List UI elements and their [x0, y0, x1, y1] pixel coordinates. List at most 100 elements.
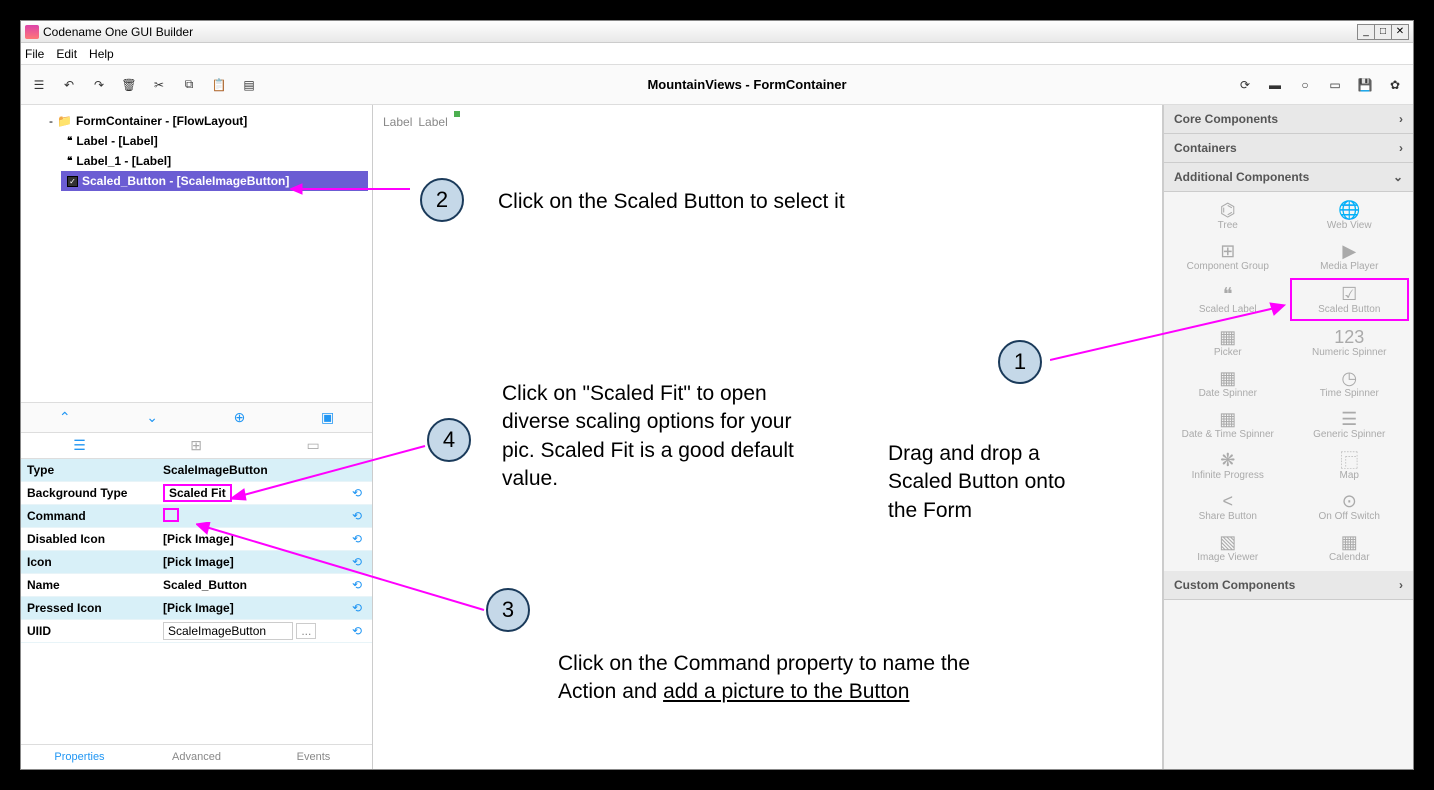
- toolbar: ☰ ↶ ↷ 🗑 ✂ ⧉ 📋 ▤ MountainViews - FormCont…: [21, 65, 1413, 105]
- tree-icon: ⌬: [1220, 200, 1236, 220]
- annotation-marker-2: 2: [420, 178, 464, 222]
- comp-time-spinner[interactable]: ◷Time Spinner: [1290, 364, 1410, 403]
- comp-on-off-switch[interactable]: ⊙On Off Switch: [1290, 487, 1410, 526]
- map-icon: ⿸: [1340, 450, 1358, 470]
- canvas-label-1[interactable]: Label: [418, 115, 447, 129]
- app-icon: [25, 25, 39, 39]
- redo-icon[interactable]: ↷: [91, 77, 107, 93]
- share-icon: <: [1222, 491, 1233, 511]
- close-button[interactable]: ✕: [1391, 24, 1409, 40]
- delete-icon[interactable]: 🗑: [121, 77, 137, 93]
- menu-help[interactable]: Help: [89, 47, 114, 61]
- comp-image-viewer[interactable]: ▧Image Viewer: [1168, 528, 1288, 567]
- annotation-text-3: Click on the Command property to name th…: [558, 650, 1028, 707]
- menu-edit[interactable]: Edit: [56, 47, 77, 61]
- monitor-icon[interactable]: ▭: [1327, 77, 1343, 93]
- uiid-input[interactable]: [163, 622, 293, 640]
- revert-icon[interactable]: ⟲: [342, 509, 372, 523]
- paste-icon[interactable]: 📋: [211, 77, 227, 93]
- image-icon: ▧: [1219, 532, 1236, 552]
- comp-infinite-progress[interactable]: ❋Infinite Progress: [1168, 446, 1288, 485]
- accordion-containers[interactable]: Containers ›: [1164, 134, 1413, 163]
- annotation-text-4: Click on "Scaled Fit" to open diverse sc…: [502, 380, 812, 493]
- comp-generic-spinner[interactable]: ☰Generic Spinner: [1290, 405, 1410, 444]
- menubar: File Edit Help: [21, 43, 1413, 65]
- globe-icon: 🌐: [1338, 200, 1360, 220]
- comp-datetime-spinner[interactable]: ▦Date & Time Spinner: [1168, 405, 1288, 444]
- refresh-icon[interactable]: ⟳: [1237, 77, 1253, 93]
- revert-icon[interactable]: ⟲: [342, 624, 372, 638]
- form-title: MountainViews - FormContainer: [647, 77, 846, 92]
- tablet-icon[interactable]: ▬: [1267, 77, 1283, 93]
- uiid-more[interactable]: ...: [296, 623, 316, 639]
- tab-properties[interactable]: Properties: [21, 745, 138, 769]
- clock-icon: ◷: [1341, 368, 1357, 388]
- annotation-marker-4: 4: [427, 418, 471, 462]
- tree-label[interactable]: ❝ Label - [Label]: [61, 131, 368, 151]
- comp-numeric-spinner[interactable]: 123Numeric Spinner: [1290, 323, 1410, 362]
- save-icon[interactable]: 💾: [1357, 77, 1373, 93]
- chevron-right-icon: ›: [1399, 578, 1403, 592]
- chevron-right-icon: ›: [1399, 112, 1403, 126]
- grid-icon: ⊞: [1220, 241, 1235, 261]
- circle-icon[interactable]: ○: [1297, 77, 1313, 93]
- canvas-label-0[interactable]: Label: [383, 115, 412, 129]
- titlebar: Codename One GUI Builder _ □ ✕: [21, 21, 1413, 43]
- calendar-icon: ▦: [1219, 368, 1236, 388]
- app-title: Codename One GUI Builder: [43, 25, 193, 39]
- arrow-icon: [1050, 300, 1290, 370]
- accordion-custom[interactable]: Custom Components ›: [1164, 571, 1413, 600]
- comp-component-group[interactable]: ⊞Component Group: [1168, 237, 1288, 276]
- tab-advanced[interactable]: Advanced: [138, 745, 255, 769]
- settings-icon[interactable]: ✿: [1387, 77, 1403, 93]
- annotation-text-1: Drag and drop a Scaled Button onto the F…: [888, 440, 1098, 525]
- toggle-icon: ⊙: [1342, 491, 1357, 511]
- cut-icon[interactable]: ✂: [151, 77, 167, 93]
- comp-tree[interactable]: ⌬Tree: [1168, 196, 1288, 235]
- accordion-core[interactable]: Core Components ›: [1164, 105, 1413, 134]
- annotation-marker-1: 1: [998, 340, 1042, 384]
- calendar-icon: ▦: [1341, 532, 1358, 552]
- menu-file[interactable]: File: [25, 47, 44, 61]
- accordion-additional[interactable]: Additional Components ⌄: [1164, 163, 1413, 192]
- arrow-icon: [230, 444, 430, 504]
- check-icon: ✓: [67, 176, 78, 187]
- comp-media-player[interactable]: ▶Media Player: [1290, 237, 1410, 276]
- arrow-icon: [196, 522, 486, 617]
- selection-marker-icon: [454, 111, 460, 117]
- maximize-button[interactable]: □: [1374, 24, 1392, 40]
- camera-icon[interactable]: ▣: [321, 409, 334, 426]
- check-icon: ☑: [1341, 284, 1357, 304]
- arrow-icon: [290, 183, 410, 195]
- move-down-icon[interactable]: ⌄: [146, 409, 158, 426]
- scaled-fit-value[interactable]: Scaled Fit: [163, 484, 232, 502]
- grid-view-icon[interactable]: ⊞: [190, 437, 202, 454]
- undo-icon[interactable]: ↶: [61, 77, 77, 93]
- hamburger-icon[interactable]: ☰: [31, 77, 47, 93]
- spinner-icon: ❋: [1220, 450, 1235, 470]
- label-icon: ❝: [67, 136, 72, 147]
- tree-root[interactable]: - 📁 FormContainer - [FlowLayout]: [43, 111, 368, 131]
- list-icon: ☰: [1341, 409, 1357, 429]
- command-value[interactable]: [163, 508, 179, 522]
- component-tree: - 📁 FormContainer - [FlowLayout] ❝ Label…: [21, 105, 372, 402]
- comp-share-button[interactable]: <Share Button: [1168, 487, 1288, 526]
- list-view-icon[interactable]: ☰: [73, 437, 86, 454]
- copy-icon[interactable]: ⧉: [181, 77, 197, 93]
- minimize-button[interactable]: _: [1357, 24, 1375, 40]
- numbers-icon: 123: [1334, 327, 1364, 347]
- comp-web-view[interactable]: 🌐Web View: [1290, 196, 1410, 235]
- tree-label-1[interactable]: ❝ Label_1 - [Label]: [61, 151, 368, 171]
- collapse-icon[interactable]: -: [49, 114, 53, 128]
- annotation-marker-3: 3: [486, 588, 530, 632]
- comp-scaled-button[interactable]: ☑Scaled Button: [1290, 278, 1410, 321]
- prop-uiid[interactable]: UIID ... ⟲: [21, 620, 372, 643]
- move-up-icon[interactable]: ⌃: [59, 409, 71, 426]
- comp-calendar[interactable]: ▦Calendar: [1290, 528, 1410, 567]
- comp-map[interactable]: ⿸Map: [1290, 446, 1410, 485]
- add-icon[interactable]: ⊕: [234, 409, 246, 426]
- component-palette: Core Components › Containers › Additiona…: [1163, 105, 1413, 769]
- chevron-right-icon: ›: [1399, 141, 1403, 155]
- list-icon[interactable]: ▤: [241, 77, 257, 93]
- tab-events[interactable]: Events: [255, 745, 372, 769]
